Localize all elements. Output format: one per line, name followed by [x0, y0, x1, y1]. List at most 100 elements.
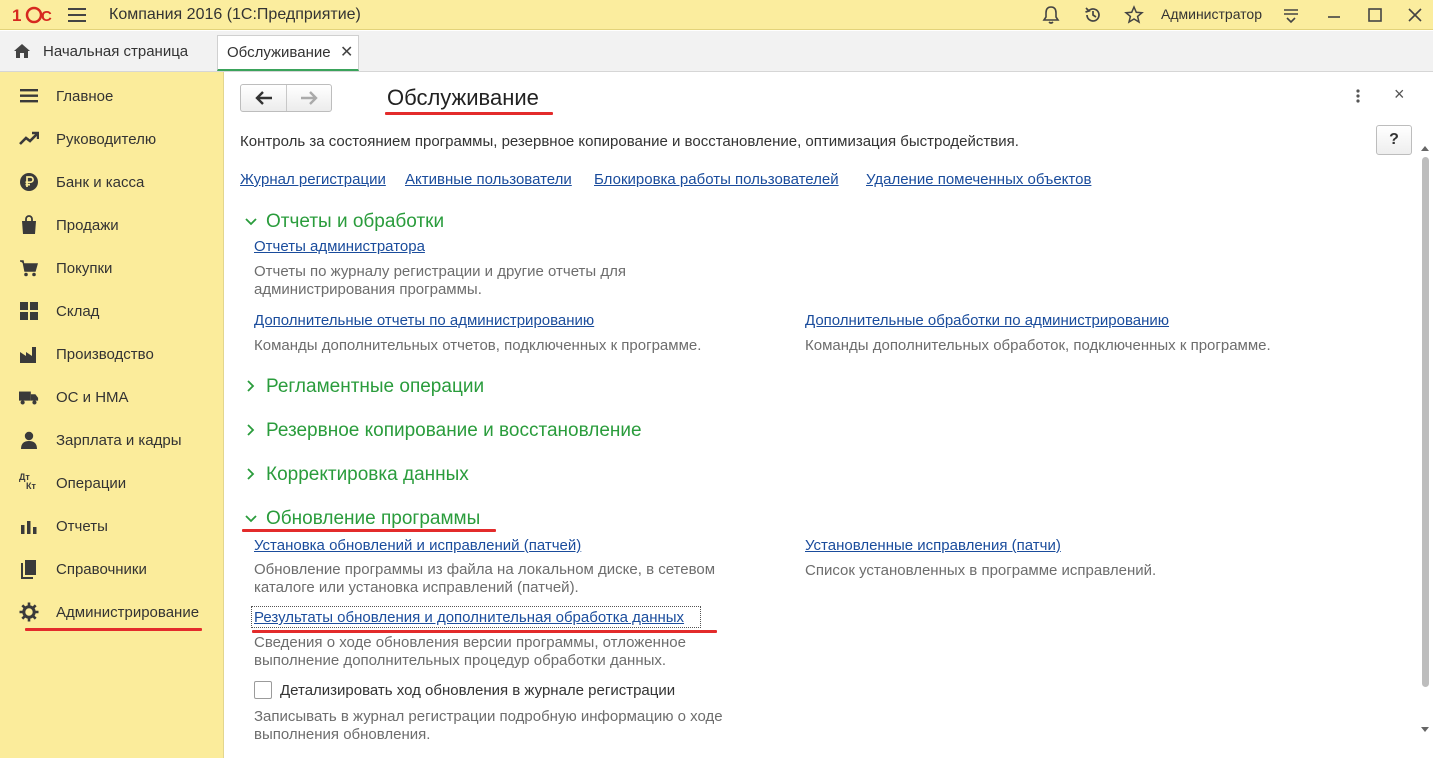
admin-reports-note: Отчеты по журналу регистрации и другие о…: [254, 263, 626, 298]
link-event-log[interactable]: Журнал регистрации: [240, 171, 386, 188]
chevron-right-icon: [247, 468, 255, 480]
shopping-bag-icon: [22, 215, 36, 234]
annotation-underline: [25, 628, 202, 631]
tab-maintenance[interactable]: Обслуживание ✕: [217, 35, 359, 71]
1c-logo-icon[interactable]: 1 С: [12, 5, 56, 25]
detail-update-checkbox[interactable]: [254, 681, 272, 699]
minimize-icon[interactable]: [1323, 4, 1345, 26]
history-icon[interactable]: [1083, 5, 1103, 25]
sidebar-item-label: Склад: [56, 303, 100, 320]
chevron-down-icon: [245, 218, 257, 226]
sidebar-item-sales[interactable]: Продажи: [0, 203, 224, 246]
detail-update-note: Записывать в журнал регистрации подробну…: [254, 708, 723, 743]
favorites-star-icon[interactable]: [1124, 5, 1144, 25]
main-menu-icon[interactable]: [68, 8, 86, 22]
sidebar-item-salary[interactable]: Зарплата и кадры: [0, 418, 224, 461]
help-button[interactable]: ?: [1376, 125, 1412, 155]
chevron-right-icon: [247, 424, 255, 436]
sidebar-item-assets[interactable]: ОС и НМА: [0, 375, 224, 418]
sidebar-item-label: Покупки: [56, 260, 113, 277]
vertical-scrollbar[interactable]: [1419, 145, 1431, 745]
tab-home-label: Начальная страница: [43, 43, 189, 60]
link-active-users[interactable]: Активные пользователи: [405, 171, 572, 188]
section-title: Корректировка данных: [266, 464, 469, 485]
warehouse-grid-icon: [20, 302, 38, 320]
truck-icon: [19, 391, 39, 405]
extra-reports-note: Команды дополнительных отчетов, подключе…: [254, 337, 702, 354]
person-icon: [21, 431, 37, 449]
sidebar-item-label: Продажи: [56, 217, 119, 234]
detail-update-checkbox-label[interactable]: Детализировать ход обновления в журнале …: [280, 682, 675, 699]
link-delete-marked[interactable]: Удаление помеченных объектов: [866, 171, 1091, 188]
tab-home[interactable]: Начальная страница: [0, 31, 212, 71]
svg-text:С: С: [41, 8, 52, 25]
link-extra-processing[interactable]: Дополнительные обработки по администриро…: [805, 312, 1169, 329]
link-installed-patches[interactable]: Установленные исправления (патчи): [805, 537, 1061, 554]
annotation-underline: [242, 529, 496, 532]
back-arrow-icon[interactable]: [254, 90, 274, 106]
sidebar-item-label: Зарплата и кадры: [56, 432, 182, 449]
page-title: Обслуживание: [387, 85, 539, 110]
section-regulated[interactable]: Регламентные операции: [244, 376, 484, 398]
link-admin-reports[interactable]: Отчеты администратора: [254, 238, 425, 255]
maximize-icon[interactable]: [1364, 4, 1386, 26]
installed-patches-note: Список установленных в программе исправл…: [805, 562, 1157, 579]
sidebar-item-manager[interactable]: Руководителю: [0, 117, 224, 160]
link-update-results[interactable]: Результаты обновления и дополнительная о…: [254, 609, 684, 626]
annotation-underline: [385, 112, 553, 115]
gear-icon: [19, 602, 39, 622]
dt-kt-icon: Дт Кт: [19, 473, 39, 493]
sidebar-item-administration[interactable]: Администрирование: [0, 590, 224, 633]
section-reports[interactable]: Отчеты и обработки: [244, 211, 444, 233]
section-title: Регламентные операции: [266, 376, 485, 397]
sidebar-item-label: Руководителю: [56, 131, 157, 148]
home-icon: [14, 44, 30, 58]
section-backup[interactable]: Резервное копирование и восстановление: [244, 420, 642, 442]
section-title: Отчеты и обработки: [266, 211, 445, 232]
sidebar-item-label: Производство: [56, 346, 154, 363]
sidebar-item-directories[interactable]: Справочники: [0, 547, 224, 590]
main-content: Обслуживание × Контроль за состоянием пр…: [225, 72, 1433, 758]
link-block-users[interactable]: Блокировка работы пользователей: [594, 171, 839, 188]
annotation-underline: [252, 630, 717, 633]
chevron-down-icon: [245, 515, 257, 523]
settings-menu-icon[interactable]: [1281, 5, 1301, 25]
link-extra-reports[interactable]: Дополнительные отчеты по администрирован…: [254, 312, 594, 329]
section-title: Резервное копирование и восстановление: [266, 420, 642, 441]
more-actions-icon[interactable]: [1355, 88, 1361, 104]
scroll-down-icon[interactable]: [1421, 727, 1429, 733]
tab-maintenance-label: Обслуживание: [227, 44, 331, 61]
section-update[interactable]: Обновление программы: [244, 508, 480, 530]
bar-chart-icon: [21, 521, 37, 534]
current-user-label[interactable]: Администратор: [1161, 6, 1262, 22]
install-updates-note: Обновление программы из файла на локальн…: [254, 561, 716, 596]
sidebar-item-label: Отчеты: [56, 518, 108, 535]
close-form-icon[interactable]: ×: [1394, 84, 1405, 105]
sidebar-item-warehouse[interactable]: Склад: [0, 289, 224, 332]
forward-arrow-icon[interactable]: [299, 90, 319, 106]
extra-processing-note: Команды дополнительных обработок, подклю…: [805, 337, 1271, 354]
sidebar-item-main[interactable]: Главное: [0, 74, 224, 117]
sidebar-item-purchases[interactable]: Покупки: [0, 246, 224, 289]
sidebar-item-operations[interactable]: Дт Кт Операции: [0, 461, 224, 504]
scroll-up-icon[interactable]: [1421, 145, 1429, 151]
title-bar: 1 С Компания 2016 (1С:Предприятие) Админ…: [0, 0, 1433, 30]
section-correction[interactable]: Корректировка данных: [244, 464, 469, 486]
sidebar-item-production[interactable]: Производство: [0, 332, 224, 375]
sidebar-item-label: ОС и НМА: [56, 389, 129, 406]
page-description: Контроль за состоянием программы, резерв…: [240, 133, 1019, 150]
section-title: Обновление программы: [266, 508, 481, 529]
close-window-icon[interactable]: [1404, 4, 1426, 26]
close-tab-icon[interactable]: ✕: [340, 42, 353, 62]
notification-bell-icon[interactable]: [1041, 5, 1061, 25]
sidebar-item-label: Главное: [56, 88, 114, 105]
chevron-right-icon: [247, 380, 255, 392]
sidebar: Главное Руководителю Банк и касса Продаж…: [0, 72, 224, 758]
sidebar-item-reports[interactable]: Отчеты: [0, 504, 224, 547]
sidebar-item-bank[interactable]: Банк и касса: [0, 160, 224, 203]
sidebar-item-label: Администрирование: [56, 604, 200, 621]
scroll-thumb[interactable]: [1422, 157, 1429, 687]
link-install-updates[interactable]: Установка обновлений и исправлений (патч…: [254, 537, 581, 554]
ruble-coin-icon: [20, 173, 38, 191]
nav-separator: [286, 85, 287, 111]
